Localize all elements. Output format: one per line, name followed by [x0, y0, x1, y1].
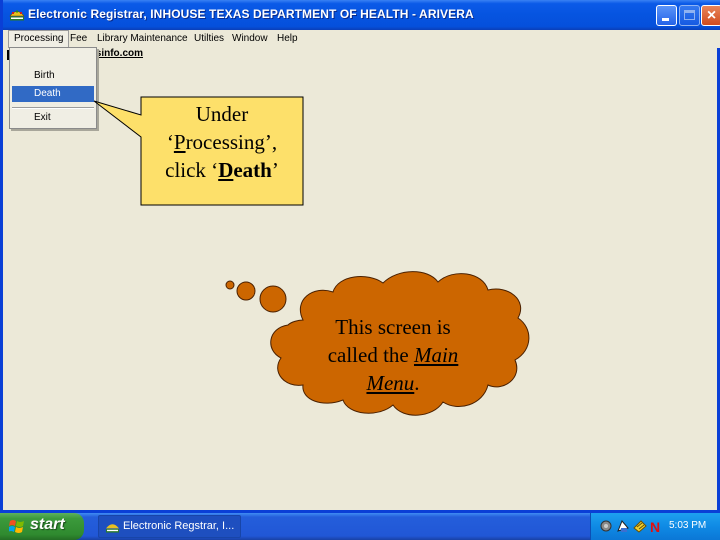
- callout-instruction: Under ‘Processing’, click ‘Death’: [141, 100, 303, 184]
- thought-dot-medium: [236, 281, 256, 301]
- thought-dot-large: [259, 285, 287, 313]
- taskbar-app-button[interactable]: Electronic Regstrar, I...: [98, 515, 241, 538]
- cloud-line-2: called the Main: [293, 341, 493, 369]
- quote-open: ‘: [166, 130, 174, 154]
- quote-close: ’: [271, 158, 279, 182]
- network-icon[interactable]: [616, 519, 630, 533]
- clock: 5:03 PM: [669, 520, 707, 531]
- cloud-message: This screen is called the Main Menu.: [293, 313, 493, 397]
- annotation-layer: [93, 96, 530, 416]
- callout-line-2: ‘Processing’,: [141, 128, 303, 156]
- app-window: Electronic Registrar, INHOUSE TEXAS DEPA…: [0, 0, 720, 513]
- speaker-icon[interactable]: [599, 519, 613, 533]
- system-tray: N 5:03 PM: [590, 513, 720, 540]
- cloud-called-the: called the: [327, 343, 414, 367]
- accelerator-d: D: [218, 158, 234, 182]
- taskbar: start Electronic Regstrar, I... N 5:03 P…: [0, 513, 720, 540]
- app-logo-icon: [106, 524, 119, 533]
- thought-dot-small: [225, 280, 235, 290]
- cloud-menu: Menu: [366, 371, 415, 395]
- callout-click-prefix: click ‘: [165, 158, 219, 182]
- accelerator-p: P: [173, 130, 186, 154]
- taskbar-app-label: Electronic Regstrar, I...: [123, 520, 235, 532]
- callout-death-rest: eath: [233, 158, 272, 182]
- cloud-period: .: [414, 371, 420, 395]
- callout-line-1: Under: [195, 102, 249, 126]
- start-label: start: [30, 516, 65, 533]
- cloud-line-3: Menu.: [293, 369, 493, 397]
- security-icon[interactable]: [633, 519, 647, 533]
- svg-text:N: N: [650, 519, 660, 533]
- cloud-main: Main: [413, 343, 459, 367]
- callout-processing-rest: rocessing’,: [185, 130, 278, 154]
- cloud-line-1: This screen is: [335, 315, 451, 339]
- start-button[interactable]: start: [0, 513, 84, 540]
- windows-logo-icon: [9, 520, 24, 533]
- n-app-icon[interactable]: N: [649, 519, 663, 533]
- callout-line-3: click ‘Death’: [141, 156, 303, 184]
